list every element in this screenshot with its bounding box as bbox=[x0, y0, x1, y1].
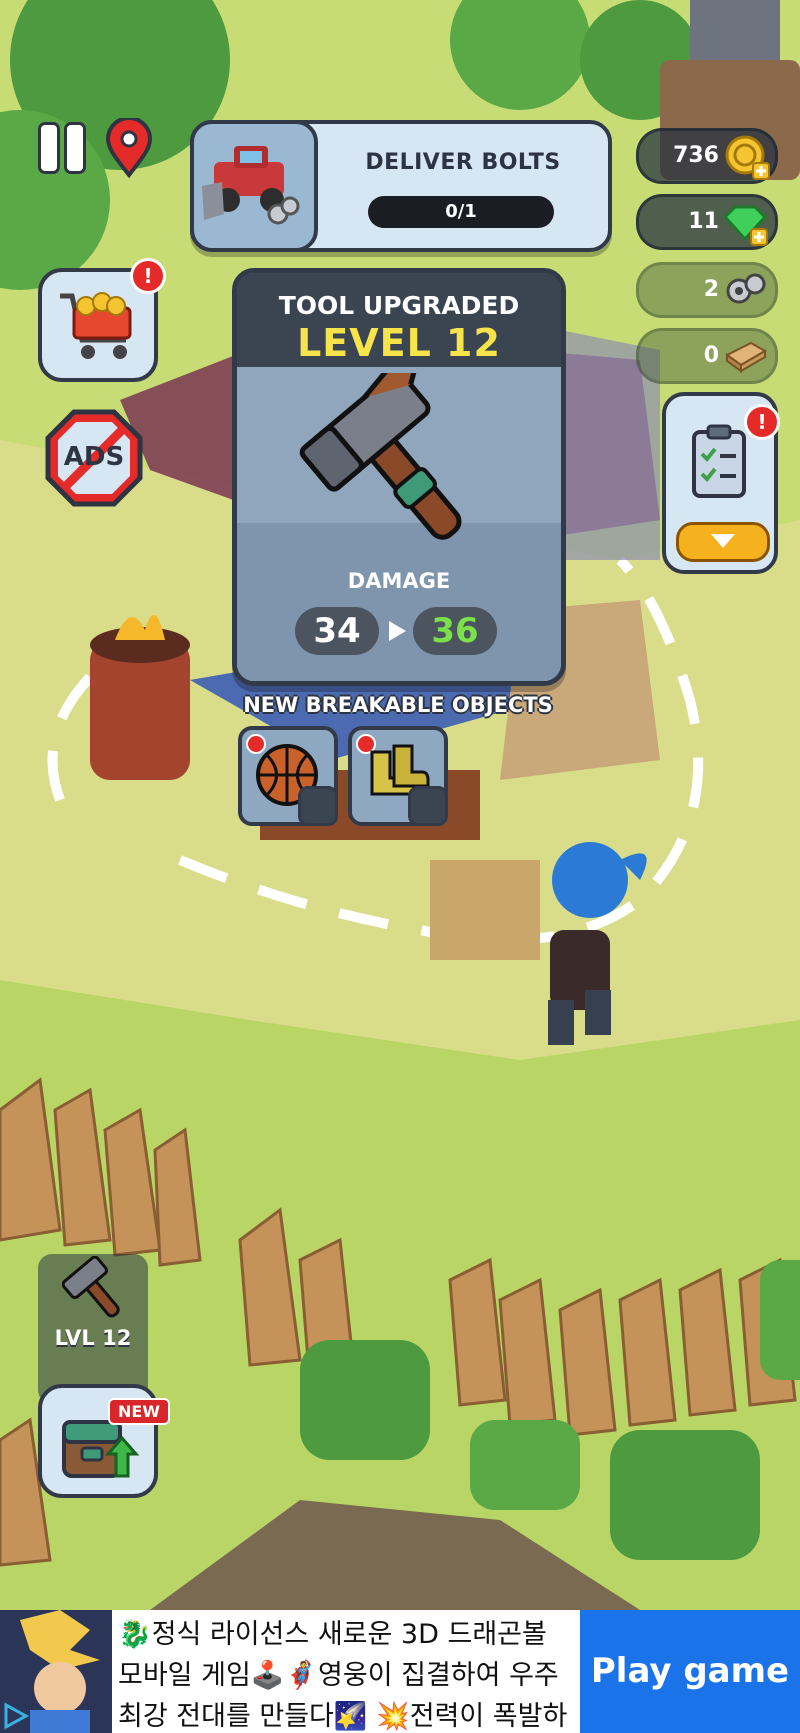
tool-level-label: LVL 12 bbox=[54, 1326, 132, 1350]
ad-text[interactable]: 🐉정식 라이선스 새로운 3D 드래곤볼 모바일 게임🕹️🦸영웅이 집결하여 우… bbox=[118, 1614, 578, 1733]
planks-counter: 0 bbox=[636, 328, 778, 384]
gems-counter[interactable]: 11 bbox=[636, 194, 778, 250]
shop-alert-badge: ! bbox=[130, 258, 166, 294]
popup-level: LEVEL 12 bbox=[297, 321, 501, 365]
adchoices-icon[interactable] bbox=[2, 1702, 30, 1730]
pause-button[interactable] bbox=[36, 118, 88, 174]
coins-counter[interactable]: 736 bbox=[636, 128, 778, 184]
popup-title: TOOL UPGRADED bbox=[278, 291, 520, 320]
play-game-button[interactable]: Play game bbox=[580, 1610, 800, 1733]
clipboard-icon bbox=[692, 424, 746, 498]
pause-icon bbox=[38, 122, 60, 174]
quest-progress: 0/1 bbox=[368, 196, 554, 228]
hammer-icon bbox=[62, 1256, 120, 1318]
coin-icon bbox=[725, 135, 770, 180]
plank-icon bbox=[725, 341, 767, 373]
bolts-value: 2 bbox=[703, 277, 719, 302]
location-pin-icon bbox=[105, 116, 153, 179]
no-ads-button[interactable]: ADS bbox=[44, 408, 144, 508]
breakable-object-card bbox=[238, 726, 338, 826]
coins-value: 736 bbox=[673, 143, 719, 168]
hammer-icon bbox=[299, 373, 462, 540]
current-tool[interactable]: LVL 12 bbox=[38, 1254, 148, 1404]
ads-label: ADS bbox=[63, 442, 125, 472]
hammer-badge-icon bbox=[408, 786, 448, 826]
gems-value: 11 bbox=[688, 209, 719, 234]
shopping-cart-icon bbox=[60, 292, 132, 359]
quest-card[interactable]: DELIVER BOLTS 0/1 bbox=[190, 120, 612, 252]
quests-alert-badge: ! bbox=[744, 404, 780, 440]
gem-icon bbox=[722, 205, 768, 246]
damage-new-value: 36 bbox=[413, 607, 497, 655]
new-tag: NEW bbox=[108, 1398, 170, 1425]
arrow-right-icon bbox=[389, 621, 406, 641]
expand-button[interactable] bbox=[676, 522, 770, 562]
bolt-icon bbox=[726, 273, 766, 304]
damage-label: DAMAGE bbox=[347, 569, 451, 593]
quest-title: DELIVER BOLTS bbox=[365, 150, 561, 175]
chevron-down-icon bbox=[711, 534, 735, 548]
damage-old-value: 34 bbox=[295, 607, 379, 655]
bolts-counter: 2 bbox=[636, 262, 778, 318]
truck-icon bbox=[190, 120, 318, 252]
quests-panel[interactable]: ! bbox=[662, 392, 780, 574]
hammer-badge-icon bbox=[298, 786, 338, 826]
tool-upgraded-popup: TOOL UPGRADED LEVEL 12 DAMAGE 34 36 bbox=[232, 268, 566, 686]
map-pin-button[interactable] bbox=[104, 116, 154, 179]
inventory-button[interactable]: NEW bbox=[38, 1384, 170, 1498]
shop-button[interactable]: ! bbox=[38, 258, 166, 382]
breakable-object-card bbox=[348, 726, 448, 826]
planks-value: 0 bbox=[703, 343, 719, 368]
ad-banner[interactable]: 🐉정식 라이선스 새로운 3D 드래곤볼 모바일 게임🕹️🦸영웅이 집결하여 우… bbox=[0, 1610, 800, 1733]
new-breakable-objects-title: NEW BREAKABLE OBJECTS bbox=[243, 693, 553, 717]
